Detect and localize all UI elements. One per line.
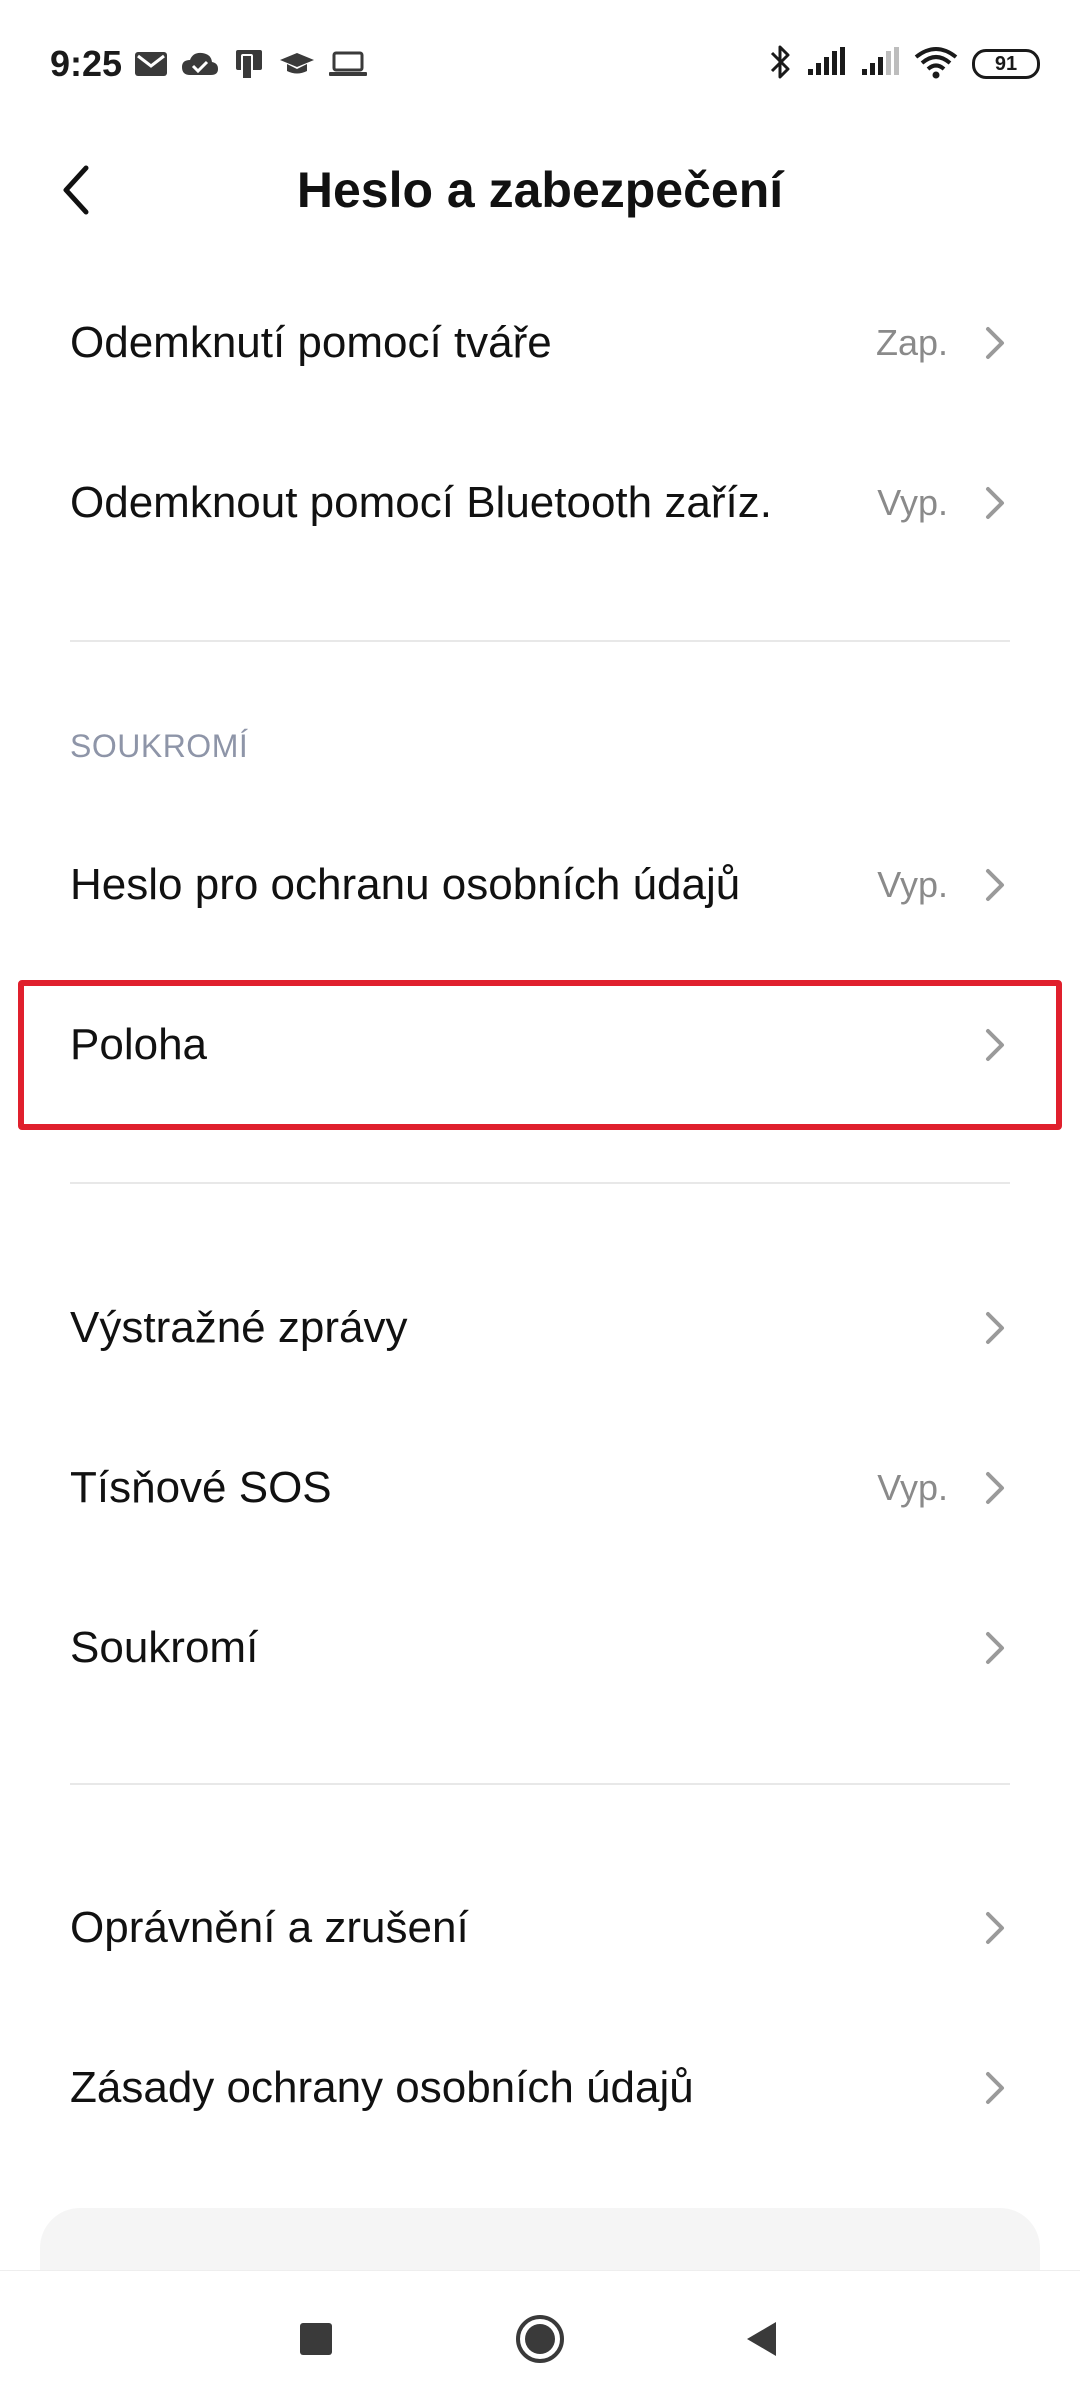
highlight-box <box>18 980 1062 1130</box>
list-item-emergency-sos[interactable]: Tísňové SOS Vyp. <box>0 1408 1080 1568</box>
chevron-right-icon <box>986 487 1004 519</box>
list-item-warning-messages[interactable]: Výstražné zprávy <box>0 1248 1080 1408</box>
chevron-right-icon <box>986 2072 1004 2104</box>
screen: 9:25 91 Heslo a zabezpečení Odemknutí po… <box>0 0 1080 2400</box>
battery-icon: 91 <box>972 49 1040 79</box>
list-item-permissions[interactable]: Oprávnění a zrušení <box>0 1848 1080 2008</box>
row-label: Soukromí <box>70 1623 259 1672</box>
chevron-right-icon <box>986 1632 1004 1664</box>
list-item-face-unlock[interactable]: Odemknutí pomocí tváře Zap. <box>0 263 1080 423</box>
cloud-check-icon <box>180 49 220 79</box>
home-circle-icon <box>516 2315 564 2363</box>
recents-square-icon <box>300 2323 332 2355</box>
row-label: Tísňové SOS <box>70 1463 332 1512</box>
divider <box>70 1182 1010 1184</box>
chevron-right-icon <box>986 1312 1004 1344</box>
status-time: 9:25 <box>50 43 123 84</box>
chevron-right-icon <box>986 327 1004 359</box>
divider <box>70 640 1010 642</box>
graduation-cap-icon <box>278 50 316 78</box>
recents-button[interactable] <box>276 2299 356 2379</box>
section-header-privacy: SOUKROMÍ <box>70 728 249 764</box>
notification-icons <box>134 44 368 84</box>
row-value: Vyp. <box>877 482 948 523</box>
row-label: Oprávnění a zrušení <box>70 1903 469 1952</box>
bluetooth-icon <box>768 43 792 86</box>
page-title: Heslo a zabezpečení <box>296 162 784 218</box>
list-item-privacy[interactable]: Soukromí <box>0 1568 1080 1728</box>
home-button[interactable] <box>500 2299 580 2379</box>
chevron-right-icon <box>986 1912 1004 1944</box>
chevron-right-icon <box>986 869 1004 901</box>
row-label: Odemknout pomocí Bluetooth zaříz. <box>70 478 772 527</box>
divider <box>70 1783 1010 1785</box>
system-icons: 91 <box>768 40 1040 88</box>
status-bar: 9:25 91 <box>0 0 1080 130</box>
back-triangle-icon <box>747 2322 776 2356</box>
row-label: Odemknutí pomocí tváře <box>70 318 552 367</box>
row-value: Zap. <box>875 322 948 363</box>
row-label: Zásady ochrany osobních údajů <box>70 2063 694 2112</box>
list-item-privacy-password[interactable]: Heslo pro ochranu osobních údajů Vyp. <box>0 805 1080 965</box>
row-label: Heslo pro ochranu osobních údajů <box>70 860 741 909</box>
signal-icon <box>860 46 900 82</box>
header: Heslo a zabezpečení <box>0 130 1080 250</box>
battery-level: 91 <box>994 52 1018 75</box>
wifi-icon <box>914 45 958 84</box>
list-item-privacy-policy[interactable]: Zásady ochrany osobních údajů <box>0 2008 1080 2168</box>
chevron-right-icon <box>986 1472 1004 1504</box>
row-label: Výstražné zprávy <box>70 1303 408 1352</box>
signal-icon <box>806 46 846 82</box>
row-value: Vyp. <box>877 864 948 905</box>
gmail-icon <box>134 50 168 78</box>
list-item-bluetooth-unlock[interactable]: Odemknout pomocí Bluetooth zaříz. Vyp. <box>0 423 1080 583</box>
navigation-bar <box>0 2270 1080 2400</box>
back-nav-button[interactable] <box>722 2299 802 2379</box>
row-value: Vyp. <box>877 1467 948 1508</box>
laptop-icon <box>328 50 368 78</box>
device-icon <box>232 47 266 81</box>
